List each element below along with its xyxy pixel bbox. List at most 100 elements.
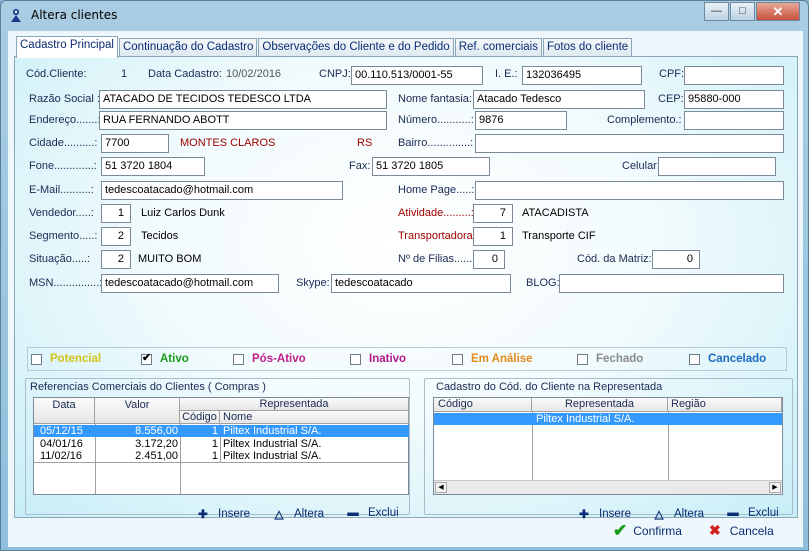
checkbox-label: Em Análise (471, 353, 533, 365)
col-header-codigo[interactable]: Código (434, 398, 532, 412)
scroll-left-icon[interactable]: ◀ (435, 482, 447, 493)
uf-value: RS (357, 137, 373, 149)
nome-fantasia-field[interactable]: Atacado Tedesco (473, 90, 645, 109)
cnpj-label: CNPJ: (319, 68, 351, 80)
vendedor-nome-value: Luiz Carlos Dunk (141, 207, 225, 219)
vendedor-label: Vendedor.....: (29, 207, 94, 219)
atividade-code-field[interactable]: 7 (473, 204, 513, 223)
fax-field[interactable]: 51 3720 1805 (372, 157, 490, 176)
checkbox-box[interactable] (577, 353, 588, 365)
client-area: Cadastro Principal Continuação do Cadast… (8, 31, 803, 547)
fone-field[interactable]: 51 3720 1804 (101, 157, 205, 176)
col-header-representada[interactable]: Representada (532, 398, 668, 412)
complemento-field[interactable] (684, 111, 784, 130)
blog-field[interactable] (559, 274, 784, 293)
cell-codigo: 1 (211, 450, 218, 462)
checkbox-fechado[interactable]: Fechado (577, 353, 643, 365)
cell-data: 04/01/16 (40, 438, 83, 450)
status-checkbox-group: Potencial Ativo Pós-Ativo Inativo Em Aná… (27, 347, 787, 371)
col-header-data[interactable]: Data (34, 398, 95, 424)
cpf-label: CPF: (659, 68, 685, 80)
confirma-button[interactable]: ✔ Confirma (613, 521, 682, 541)
col-header-valor[interactable]: Valor (95, 398, 180, 424)
checkbox-cancelado[interactable]: Cancelado (689, 353, 766, 365)
vendedor-code-field[interactable]: 1 (101, 204, 131, 223)
horizontal-scrollbar[interactable]: ◀ ▶ (434, 480, 782, 494)
cidade-code-field[interactable]: 7700 (101, 134, 169, 153)
situacao-label: Situação.....: (29, 253, 91, 265)
endereco-field[interactable]: RUA FERNANDO ABOTT (99, 111, 387, 130)
tab-ref-comerciais[interactable]: Ref. comerciais (454, 38, 542, 57)
ie-label: I. E.: (495, 68, 518, 80)
cpf-field[interactable] (684, 66, 784, 85)
cell-nome: Piltex Industrial S/A. (223, 450, 322, 462)
col-header-nome[interactable]: Nome (220, 411, 409, 424)
maximize-button[interactable]: □ (730, 2, 755, 21)
checkbox-box[interactable] (452, 353, 463, 365)
transportadora-code-field[interactable]: 1 (473, 227, 513, 246)
rep-exclui-button[interactable]: ▬ Exclui (726, 507, 778, 519)
title-bar[interactable]: Altera clientes — □ ✕ (1, 1, 808, 29)
situacao-code-field[interactable]: 2 (101, 250, 131, 269)
tab-fotos-cliente[interactable]: Fotos do cliente (542, 38, 633, 57)
filiais-label: Nº de Filias......: (398, 253, 476, 265)
rep-insere-button[interactable]: ✚ Insere (577, 507, 631, 521)
checkbox-box[interactable] (350, 353, 361, 365)
numero-field[interactable]: 9876 (475, 111, 567, 130)
col-header-representada[interactable]: Representada (180, 398, 409, 411)
tab-cadastro-principal[interactable]: Cadastro Principal (16, 36, 118, 58)
checkbox-label: Ativo (160, 353, 189, 365)
checkbox-box[interactable] (689, 353, 700, 365)
checkbox-box-checked[interactable] (141, 351, 152, 365)
complemento-label: Complemento.: (607, 114, 682, 126)
scroll-right-icon[interactable]: ▶ (769, 482, 781, 493)
matriz-label: Cód. da Matriz: (577, 253, 652, 265)
representada-grid[interactable]: Código Representada Região Piltex Indust… (433, 397, 783, 495)
email-field[interactable]: tedescoatacado@hotmail.com (101, 181, 343, 200)
home-page-field[interactable] (475, 181, 784, 200)
tab-continuacao-cadastro[interactable]: Continuação do Cadastro (118, 38, 258, 57)
col-header-codigo[interactable]: Código (180, 411, 220, 424)
ref-exclui-button[interactable]: ▬ Exclui (346, 507, 399, 519)
fax-label: Fax: (349, 160, 371, 172)
tab-observacoes[interactable]: Observações do Cliente e do Pedido (258, 38, 454, 57)
cnpj-field[interactable]: 00.110.513/0001-55 (351, 66, 483, 85)
rep-altera-button[interactable]: △ Altera (652, 507, 704, 521)
checkbox-pos-ativo[interactable]: Pós-Ativo (233, 353, 306, 365)
ref-insere-button[interactable]: ✚ Insere (196, 507, 250, 521)
matriz-field[interactable]: 0 (652, 250, 700, 269)
checkbox-ativo[interactable]: Ativo (141, 351, 189, 365)
checkbox-potencial[interactable]: Potencial (31, 353, 101, 365)
bairro-field[interactable] (475, 134, 784, 153)
celular-field[interactable] (658, 157, 776, 176)
triangle-icon: △ (274, 509, 284, 521)
segmento-code-field[interactable]: 2 (101, 227, 131, 246)
skype-field[interactable]: tedescoatacado (331, 274, 511, 293)
data-cadastro-label: Data Cadastro: (148, 68, 222, 80)
exclui-label: Exclui (368, 507, 399, 519)
cancela-button[interactable]: ✖ Cancela (709, 522, 774, 539)
close-button[interactable]: ✕ (756, 2, 800, 21)
cod-cliente-value: 1 (121, 68, 128, 80)
atividade-label: Atividade.........: (398, 207, 474, 219)
msn-field[interactable]: tedescoatacado@hotmail.com (101, 274, 279, 293)
checkbox-em-analise[interactable]: Em Análise (452, 353, 533, 365)
col-header-regiao[interactable]: Região (668, 398, 782, 412)
checkbox-label: Inativo (369, 353, 407, 365)
filiais-field[interactable]: 0 (473, 250, 505, 269)
cep-field[interactable]: 95880-000 (684, 90, 784, 109)
checkbox-inativo[interactable]: Inativo (350, 353, 406, 365)
ie-field[interactable]: 132036495 (522, 66, 642, 85)
bairro-label: Bairro..............: (398, 137, 474, 149)
cell-representada: Piltex Industrial S/A. (536, 413, 635, 425)
referencias-grid[interactable]: Data Valor Representada Código Nome 05/1… (33, 397, 409, 495)
razao-social-field[interactable]: ATACADO DE TECIDOS TEDESCO LTDA (99, 90, 387, 109)
checkmark-icon: ✔ (613, 521, 628, 540)
cidade-label: Cidade..........: (29, 137, 98, 149)
home-page-label: Home Page.....: (398, 184, 475, 196)
checkbox-box[interactable] (233, 353, 244, 365)
minimize-button[interactable]: — (704, 2, 729, 21)
window-title: Altera clientes (31, 8, 118, 22)
ref-altera-button[interactable]: △ Altera (272, 507, 324, 521)
checkbox-box[interactable] (31, 353, 42, 365)
